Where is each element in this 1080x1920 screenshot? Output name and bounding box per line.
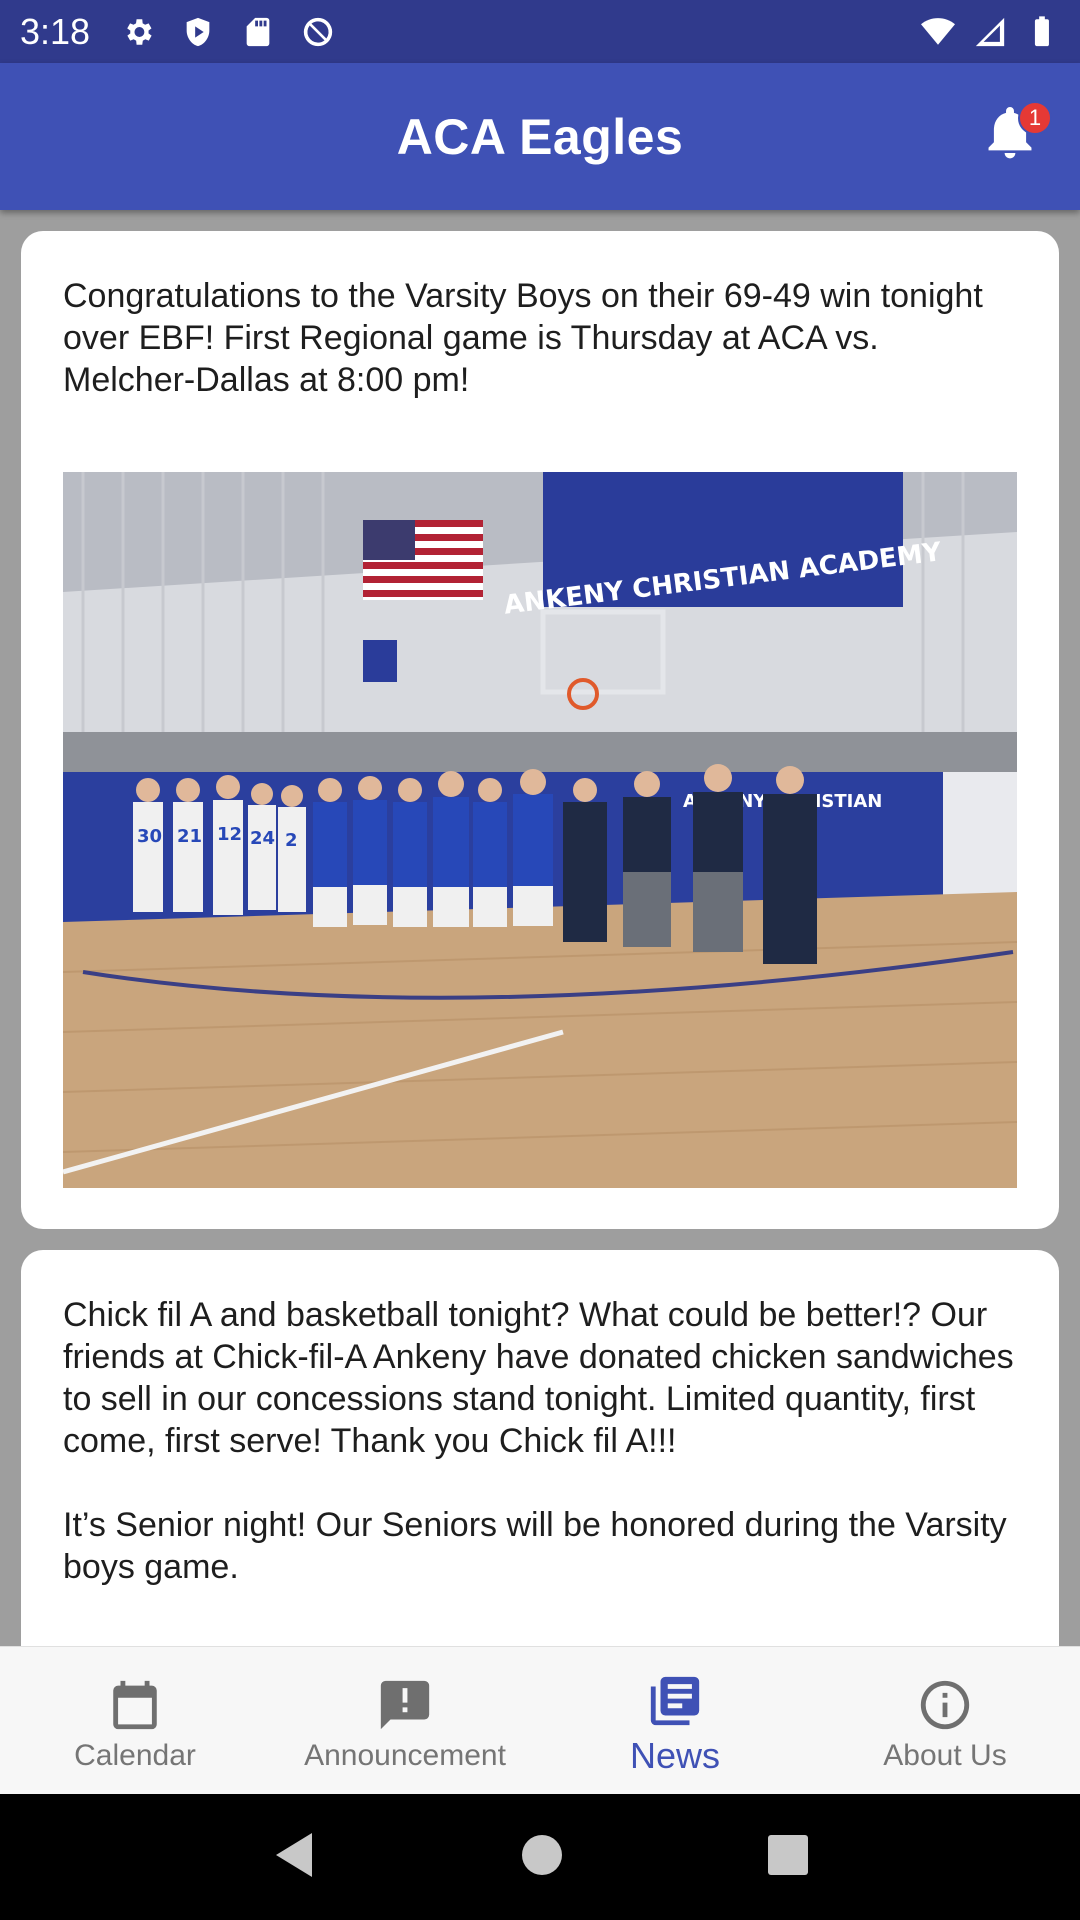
signal-icon <box>972 14 1008 50</box>
wifi-icon <box>920 14 956 50</box>
news-card-photo[interactable]: ANKENY CHRISTIAN ACADEMY ANKENY CHRISTIA… <box>63 472 1017 1188</box>
news-feed[interactable]: Congratulations to the Varsity Boys on t… <box>0 210 1080 1646</box>
jersey-number: 12 <box>217 824 242 845</box>
announcement-icon <box>375 1675 435 1735</box>
nav-tab-about-us[interactable]: About Us <box>810 1647 1080 1794</box>
nav-label: About Us <box>883 1738 1007 1772</box>
shield-play-icon <box>180 14 216 50</box>
calendar-icon <box>105 1675 165 1735</box>
info-icon <box>915 1675 975 1735</box>
nav-tab-news[interactable]: News <box>540 1647 810 1794</box>
notification-badge: 1 <box>1018 101 1052 135</box>
jersey-number: 2 <box>285 830 298 851</box>
home-icon[interactable] <box>521 1834 563 1881</box>
gym-photo: ANKENY CHRISTIAN ACADEMY ANKENY CHRISTIA… <box>63 472 1017 1188</box>
news-card-text: Congratulations to the Varsity Boys on t… <box>63 277 993 399</box>
recents-icon[interactable] <box>767 1834 808 1880</box>
news-icon <box>645 1671 705 1731</box>
news-card[interactable]: Chick fil A and basketball tonight? What… <box>21 1250 1059 1646</box>
bottom-navigation: Calendar Announcement News About Us <box>0 1646 1080 1794</box>
status-icons-right <box>920 14 1060 50</box>
news-card[interactable]: Congratulations to the Varsity Boys on t… <box>21 231 1059 1229</box>
jersey-number: 30 <box>137 826 162 847</box>
back-icon[interactable] <box>272 1831 316 1884</box>
system-navigation-bar <box>0 1794 1080 1920</box>
nav-label: Calendar <box>74 1738 196 1772</box>
status-bar: 3:18 <box>0 0 1080 63</box>
app-bar: ACA Eagles 1 <box>0 63 1080 210</box>
jersey-number: 24 <box>250 828 275 849</box>
sd-card-icon <box>240 14 276 50</box>
notification-button[interactable]: 1 <box>982 101 1052 167</box>
status-icons-left <box>120 14 336 50</box>
gear-icon <box>120 14 156 50</box>
nav-tab-announcement[interactable]: Announcement <box>270 1647 540 1794</box>
app-title: ACA Eagles <box>396 108 684 165</box>
jersey-number: 21 <box>177 826 202 847</box>
nav-label: Announcement <box>304 1738 506 1772</box>
nav-label: News <box>629 1734 721 1776</box>
status-time: 3:18 <box>20 10 91 52</box>
at-icon <box>300 14 336 50</box>
news-card-text: Chick fil A and basketball tonight? What… <box>63 1296 1014 1586</box>
nav-tab-calendar[interactable]: Calendar <box>0 1647 270 1794</box>
battery-icon <box>1024 14 1060 50</box>
